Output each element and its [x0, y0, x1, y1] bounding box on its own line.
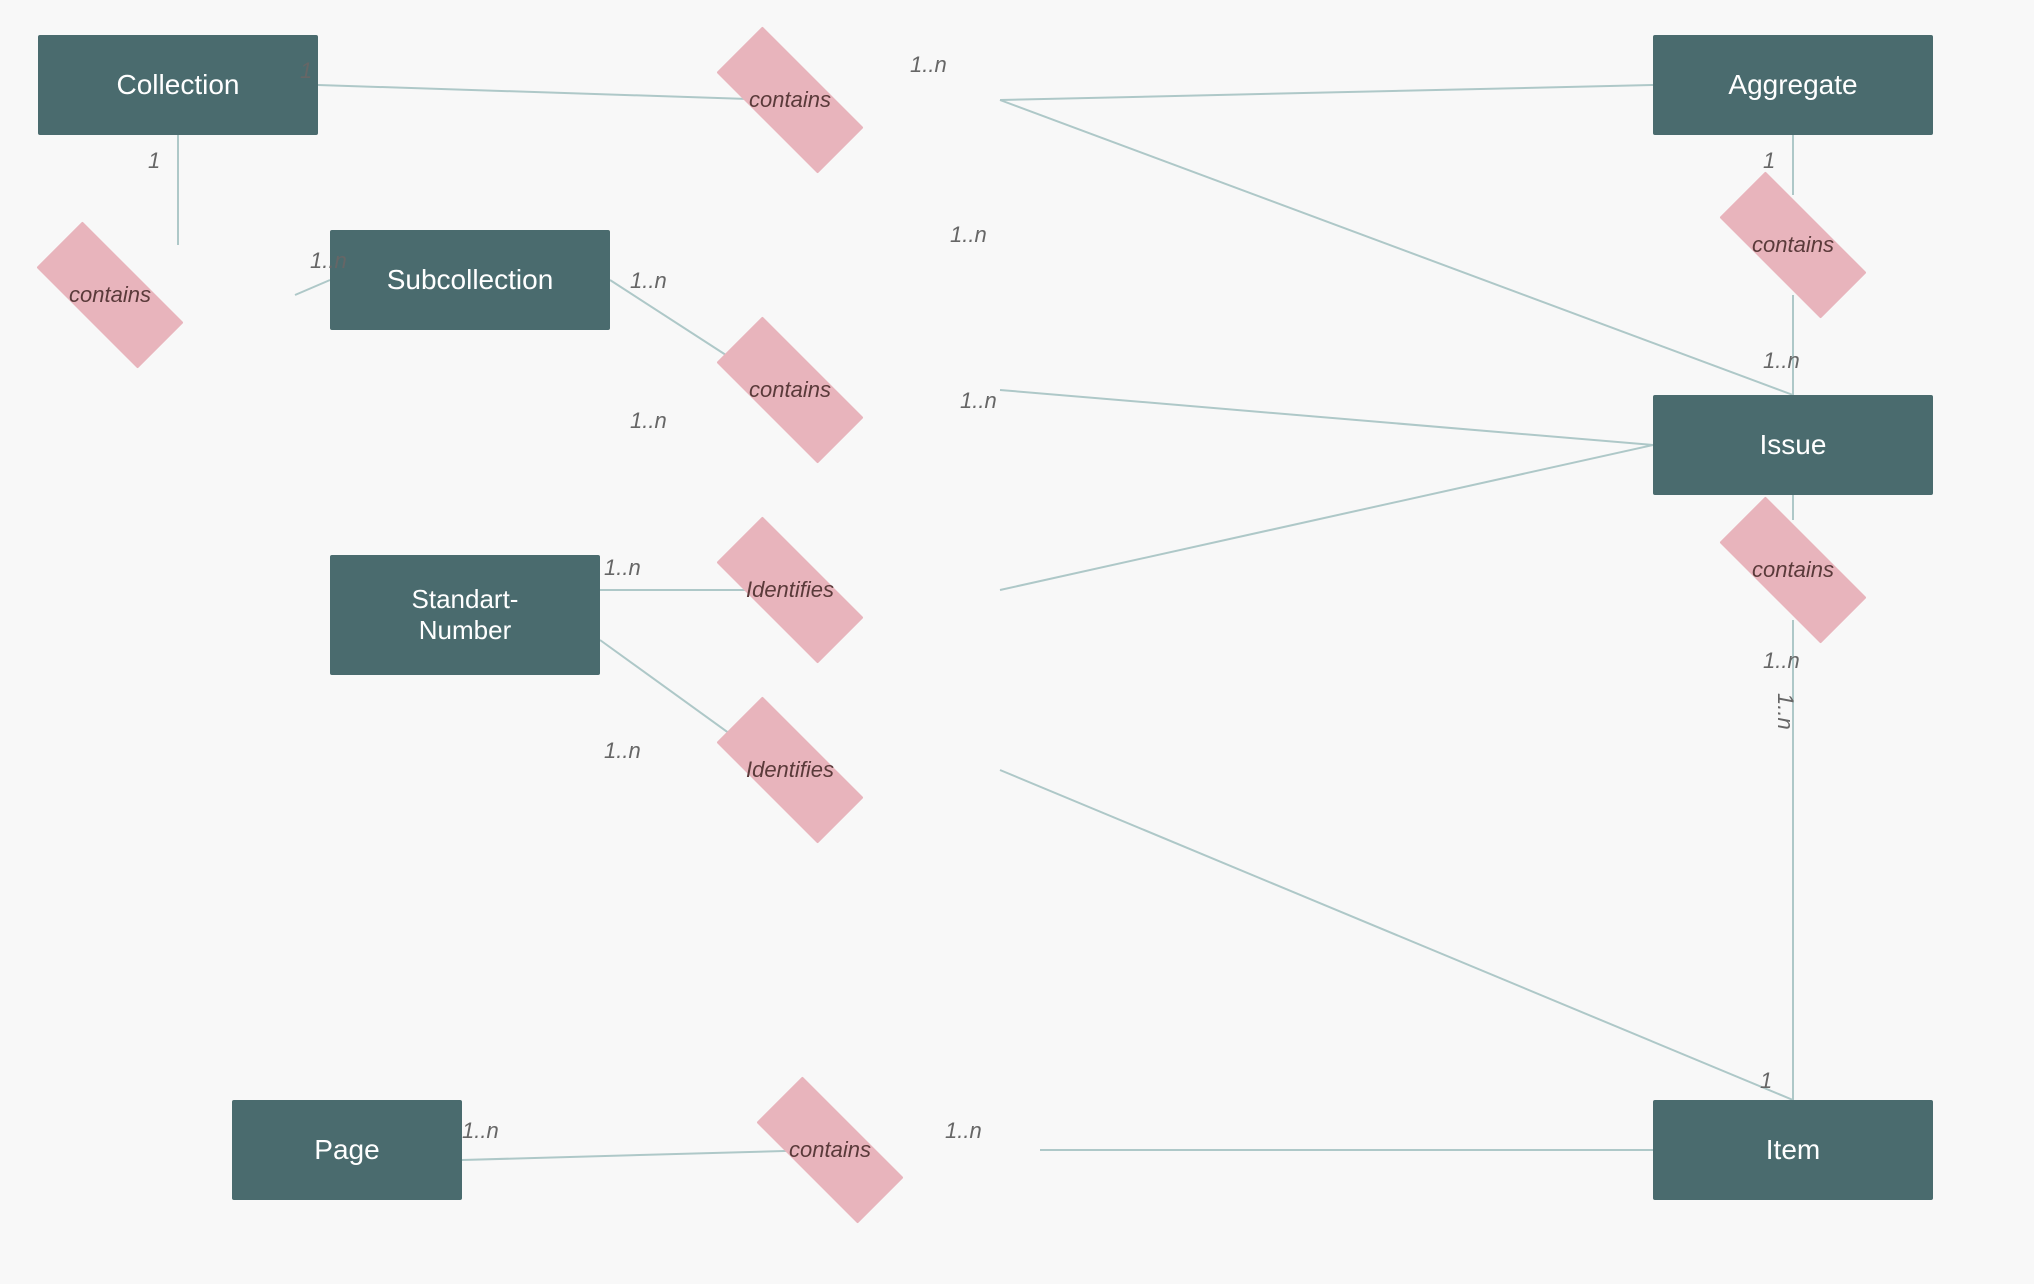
diamond-contains6: contains — [720, 1100, 940, 1200]
card-13: 1..n — [604, 555, 641, 581]
entity-issue: Issue — [1653, 395, 1933, 495]
entity-item: Item — [1653, 1100, 1933, 1200]
diamond-identifies2: Identifies — [680, 720, 900, 820]
card-8: 1..n — [960, 388, 997, 414]
card-10: 1..n — [1763, 348, 1800, 374]
diamond-contains1: contains — [680, 50, 900, 150]
entity-collection: Collection — [38, 35, 318, 135]
card-16: 1..n — [462, 1118, 499, 1144]
diamond-contains4: contains — [1683, 195, 1903, 295]
entity-standart-number: Standart- Number — [330, 555, 600, 675]
card-12: 1..n — [1763, 648, 1800, 674]
entity-subcollection: Subcollection — [330, 230, 610, 330]
card-4: 1..n — [310, 248, 347, 274]
card-14: 1..n — [604, 738, 641, 764]
entity-aggregate: Aggregate — [1653, 35, 1933, 135]
diagram-container: Collection Aggregate Subcollection Issue… — [0, 0, 2034, 1284]
diamond-contains2: contains — [0, 245, 220, 345]
card-1: 1 — [300, 58, 312, 84]
card-2: 1..n — [910, 52, 947, 78]
diamond-identifies1: Identifies — [680, 540, 900, 640]
card-15: 1 — [1760, 1068, 1772, 1094]
card-9: 1 — [1763, 148, 1775, 174]
card-6: 1..n — [950, 222, 987, 248]
card-7: 1..n — [630, 408, 667, 434]
card-vert-12: 1..n — [1772, 693, 1798, 730]
diagram-svg — [0, 0, 2034, 1284]
card-5: 1..n — [630, 268, 667, 294]
card-3: 1 — [148, 148, 160, 174]
entity-page: Page — [232, 1100, 462, 1200]
diamond-contains3: contains — [680, 340, 900, 440]
card-17: 1..n — [945, 1118, 982, 1144]
diamond-contains5: contains — [1683, 520, 1903, 620]
